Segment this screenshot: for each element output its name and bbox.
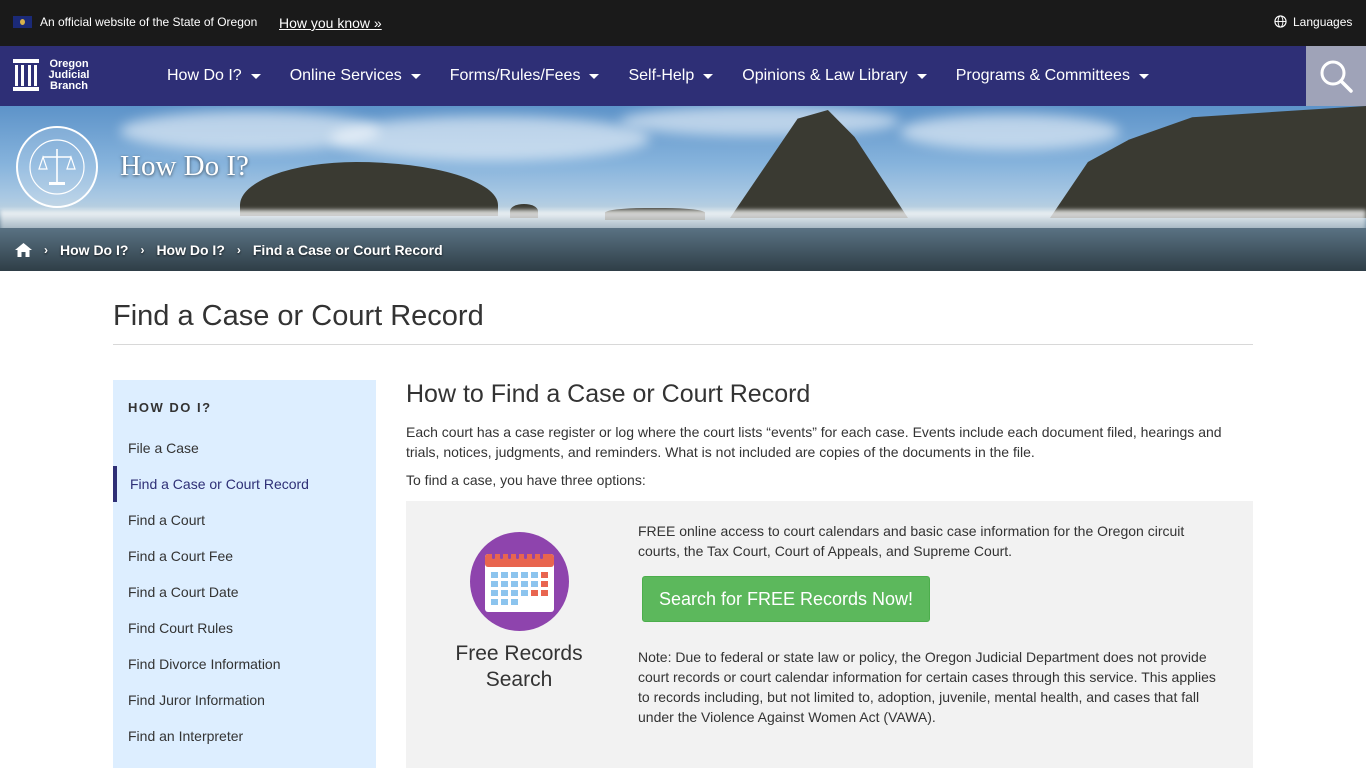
sidebar-item-find-court-rules[interactable]: Find Court Rules <box>113 610 376 646</box>
nav-item-forms-rules-fees[interactable]: Forms/Rules/Fees <box>450 67 600 85</box>
options-intro: To find a case, you have three options: <box>406 472 646 488</box>
nav-item-opinions-law-library[interactable]: Opinions & Law Library <box>742 67 927 85</box>
sidebar-item-find-a-court-date[interactable]: Find a Court Date <box>113 574 376 610</box>
official-website-text: An official website of the State of Oreg… <box>40 15 258 29</box>
nav-item-how-do-i[interactable]: How Do I? <box>167 67 261 85</box>
hero-title: How Do I? <box>120 150 249 182</box>
sidebar-item-find-a-court-fee[interactable]: Find a Court Fee <box>113 538 376 574</box>
caret-down-icon <box>703 73 714 79</box>
sidebar-item-file-a-case[interactable]: File a Case <box>113 430 376 466</box>
breadcrumb-separator-icon: › <box>236 243 241 257</box>
free-records-description: FREE online access to court calendars an… <box>638 523 1185 559</box>
breadcrumb-separator-icon: › <box>44 243 48 257</box>
records-note: Note: Due to federal or state law or pol… <box>638 649 1216 725</box>
search-free-records-button[interactable]: Search for FREE Records Now! <box>642 576 930 622</box>
page-title: Find a Case or Court Record <box>113 300 484 332</box>
sidebar-item-find-juror-information[interactable]: Find Juror Information <box>113 682 376 718</box>
caret-down-icon <box>410 73 421 79</box>
breadcrumb-link-how-do-i-2[interactable]: How Do I? <box>156 242 224 258</box>
how-you-know-link[interactable]: How you know » <box>279 15 382 31</box>
logo-text: Oregon Judicial Branch <box>48 58 90 92</box>
search-button[interactable] <box>1306 46 1366 106</box>
caret-down-icon <box>589 73 600 79</box>
breadcrumb-separator-icon: › <box>140 243 145 257</box>
sidebar-item-find-a-court[interactable]: Find a Court <box>113 502 376 538</box>
search-icon <box>1320 60 1353 93</box>
languages-link[interactable]: Languages <box>1293 15 1352 29</box>
caret-down-icon <box>250 73 261 79</box>
sidebar: HOW DO I? File a Case Find a Case or Cou… <box>113 380 376 768</box>
free-records-search-label: Free Records Search <box>455 642 583 691</box>
calendar-badge <box>470 532 569 631</box>
breadcrumb: › How Do I? › How Do I? › Find a Case or… <box>15 242 443 258</box>
section-title: How to Find a Case or Court Record <box>406 380 811 408</box>
sidebar-item-find-a-case-or-court-record[interactable]: Find a Case or Court Record <box>113 466 376 502</box>
globe-icon[interactable] <box>1274 15 1287 28</box>
home-icon[interactable] <box>15 243 32 257</box>
seal-icon <box>16 126 98 208</box>
main-navigation: Oregon Judicial Branch How Do I? Online … <box>0 46 1366 106</box>
breadcrumb-link-how-do-i[interactable]: How Do I? <box>60 242 128 258</box>
nav-item-programs-committees[interactable]: Programs & Committees <box>956 67 1149 85</box>
caret-down-icon <box>916 73 927 79</box>
breadcrumb-current: Find a Case or Court Record <box>252 242 443 258</box>
nav-item-self-help[interactable]: Self-Help <box>628 67 714 85</box>
oregon-flag-icon <box>13 16 32 28</box>
nav-item-online-services[interactable]: Online Services <box>290 67 421 85</box>
official-banner: An official website of the State of Oreg… <box>0 0 1366 46</box>
caret-down-icon <box>1138 73 1149 79</box>
site-logo[interactable]: Oregon Judicial Branch <box>12 58 102 94</box>
intro-paragraph: Each court has a case register or log wh… <box>406 424 1222 460</box>
nav-menu: How Do I? Online Services Forms/Rules/Fe… <box>167 46 1178 106</box>
sidebar-list: File a Case Find a Case or Court Record … <box>113 430 376 754</box>
free-records-card: Free Records Search FREE online access t… <box>406 501 1253 768</box>
hero-banner: How Do I? › How Do I? › How Do I? › Find… <box>0 106 1366 271</box>
sidebar-item-find-divorce-information[interactable]: Find Divorce Information <box>113 646 376 682</box>
sidebar-item-find-an-interpreter[interactable]: Find an Interpreter <box>113 718 376 754</box>
title-divider <box>113 344 1253 345</box>
courthouse-pillar-icon <box>13 59 39 91</box>
sidebar-heading: HOW DO I? <box>128 400 212 415</box>
calendar-icon <box>485 550 554 612</box>
